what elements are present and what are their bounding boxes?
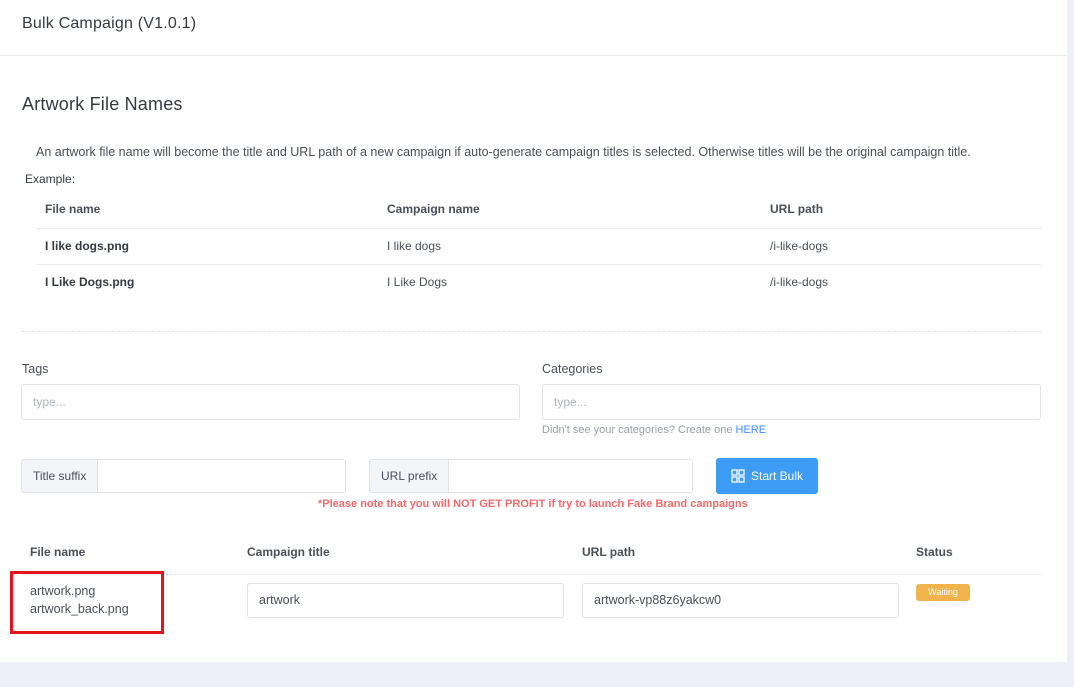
example-table-header: File name Campaign name URL path <box>36 190 1041 228</box>
url-prefix-group: URL prefix <box>369 459 693 493</box>
highlight-box <box>10 571 164 634</box>
cell-url-path: /i-like-dogs <box>761 227 1041 264</box>
categories-hint: Didn't see your categories? Create one H… <box>542 424 766 436</box>
page-title: Bulk Campaign (V1.0.1) <box>22 15 197 32</box>
campaign-title-input[interactable]: artwork <box>247 583 564 618</box>
section-description: An artwork file name will become the tit… <box>36 145 971 159</box>
col-campaign-title: Campaign title <box>247 545 330 559</box>
bulk-grid-icon <box>731 469 745 483</box>
create-category-link[interactable]: HERE <box>736 424 767 436</box>
table-row: I Like Dogs.png I Like Dogs /i-like-dogs <box>36 263 1041 300</box>
section-title: Artwork File Names <box>22 94 183 114</box>
categories-label: Categories <box>542 362 603 376</box>
col-status: Status <box>916 545 953 559</box>
categories-hint-text: Didn't see your categories? Create one <box>542 424 736 436</box>
categories-input[interactable]: type... <box>542 384 1041 420</box>
bulk-campaign-card: Bulk Campaign (V1.0.1) Artwork File Name… <box>0 0 1067 662</box>
col-file-name: File name <box>45 201 101 216</box>
title-suffix-group: Title suffix <box>21 459 346 493</box>
example-table: File name Campaign name URL path I like … <box>36 190 1041 300</box>
card-header: Bulk Campaign (V1.0.1) <box>0 0 1067 56</box>
url-prefix-input[interactable] <box>449 459 693 493</box>
cell-campaign-name: I like dogs <box>378 227 761 264</box>
fake-brand-warning: *Please note that you will NOT GET PROFI… <box>318 498 748 510</box>
row-divider <box>22 574 1041 575</box>
status-badge: Waiting <box>916 584 970 601</box>
start-bulk-label: Start Bulk <box>750 469 804 483</box>
cell-url-path: /i-like-dogs <box>761 263 1041 300</box>
cell-file-name: I like dogs.png <box>36 227 378 264</box>
section-divider <box>22 331 1041 332</box>
title-suffix-input[interactable] <box>98 459 346 493</box>
col-url-path: URL path <box>582 545 636 559</box>
url-path-input[interactable]: artwork-vp88z6yakcw0 <box>582 583 899 618</box>
title-suffix-label: Title suffix <box>21 459 99 493</box>
col-file-name: File name <box>30 545 86 559</box>
start-bulk-button[interactable]: Start Bulk <box>716 458 818 494</box>
tags-label: Tags <box>22 362 49 376</box>
cell-campaign-name: I Like Dogs <box>378 263 761 300</box>
example-label: Example: <box>25 172 76 186</box>
cell-file-name: I Like Dogs.png <box>36 263 378 300</box>
col-campaign-name: Campaign name <box>387 201 480 216</box>
col-url-path: URL path <box>770 201 824 216</box>
url-prefix-label: URL prefix <box>369 459 450 493</box>
tags-input[interactable]: type... <box>21 384 520 420</box>
table-row: I like dogs.png I like dogs /i-like-dogs <box>36 227 1041 264</box>
